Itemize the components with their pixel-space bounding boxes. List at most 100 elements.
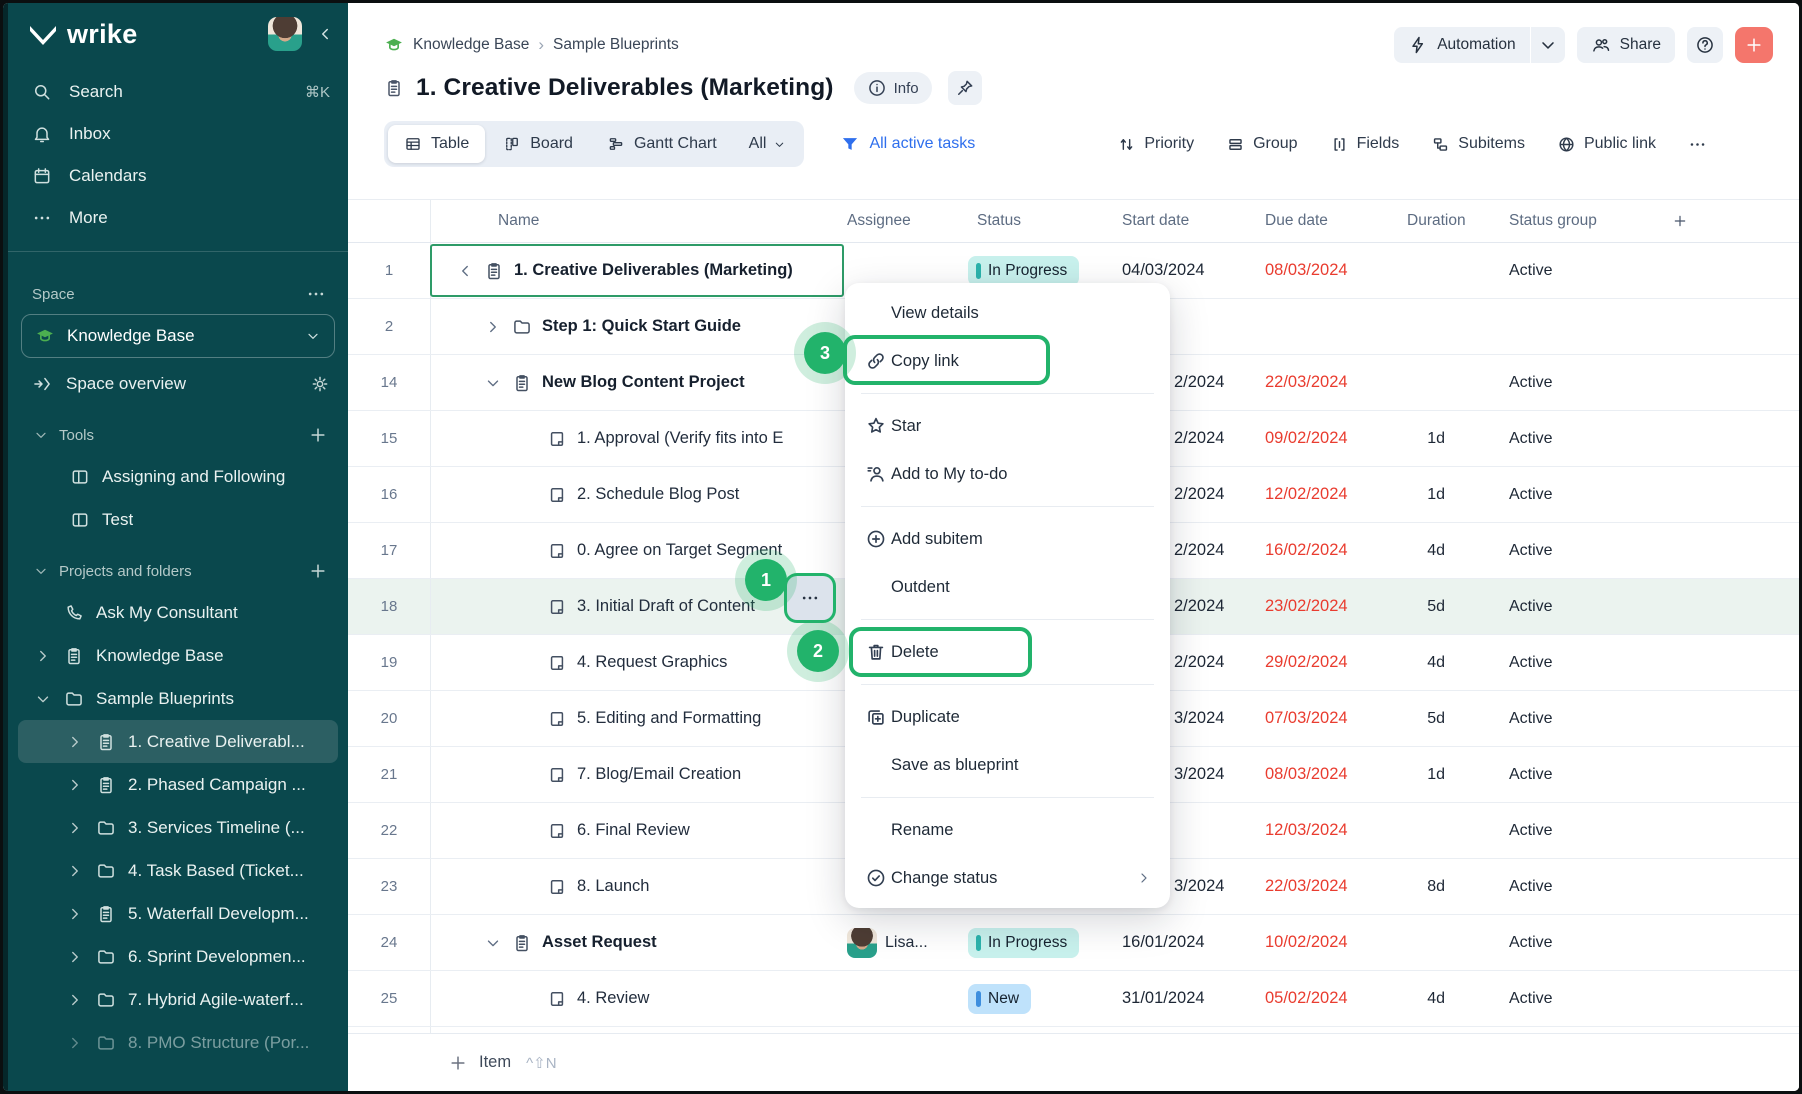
duration-cell[interactable]: [1393, 915, 1458, 970]
automation-button[interactable]: Automation: [1394, 27, 1529, 63]
duration-cell[interactable]: 1d: [1393, 411, 1458, 466]
sidebar-item-ask-my-consultant[interactable]: Ask My Consultant: [8, 591, 348, 634]
sidebar-item-3-services-timeline[interactable]: 3. Services Timeline (...: [8, 806, 348, 849]
menu-item-rename[interactable]: Rename: [845, 806, 1170, 854]
sidebar-item-knowledge-base[interactable]: Knowledge Base: [8, 634, 348, 677]
add-project-icon[interactable]: [308, 561, 328, 581]
duration-cell[interactable]: 4d: [1393, 635, 1458, 690]
due-date-cell[interactable]: 12/02/2024: [1253, 467, 1393, 522]
sidebar-item-calendars[interactable]: Calendars: [8, 155, 348, 197]
due-date-cell[interactable]: 16/02/2024: [1253, 523, 1393, 578]
status-cell[interactable]: In Progress: [965, 915, 1110, 970]
due-date-cell[interactable]: 12/03/2024: [1253, 803, 1393, 858]
share-button[interactable]: Share: [1577, 27, 1675, 63]
chevron-left-icon[interactable]: [456, 262, 474, 280]
menu-item-outdent[interactable]: Outdent: [845, 563, 1170, 611]
due-date-cell[interactable]: 08/03/2024: [1253, 747, 1393, 802]
start-date-cell[interactable]: 16/01/2024: [1110, 915, 1253, 970]
help-button[interactable]: [1687, 27, 1723, 63]
sidebar-item-inbox[interactable]: Inbox: [8, 113, 348, 155]
gear-icon[interactable]: [310, 374, 330, 394]
wrike-logo[interactable]: wrike: [28, 19, 268, 50]
menu-item-add-subitem[interactable]: Add subitem: [845, 515, 1170, 563]
sidebar-item-assigning-and-following[interactable]: Assigning and Following: [8, 455, 348, 498]
automation-dropdown-button[interactable]: [1531, 27, 1565, 63]
due-date-cell[interactable]: 05/02/2024: [1253, 971, 1393, 1026]
due-date-cell[interactable]: 23/02/2024: [1253, 579, 1393, 634]
sidebar-item-space-overview[interactable]: Space overview: [8, 362, 348, 405]
task-name-cell[interactable]: 7. Blog/Email Creation: [430, 747, 845, 802]
due-date-cell[interactable]: [1253, 299, 1393, 354]
column-header-start-date[interactable]: Start date: [1110, 200, 1253, 242]
menu-item-star[interactable]: Star: [845, 402, 1170, 450]
menu-item-delete[interactable]: Delete: [845, 628, 1170, 676]
chevron-down-icon[interactable]: [34, 690, 52, 708]
column-header-name[interactable]: Name: [430, 200, 845, 242]
duration-cell[interactable]: 4d: [1393, 971, 1458, 1026]
column-header-status[interactable]: Status: [965, 200, 1110, 242]
menu-item-view-details[interactable]: View details: [845, 289, 1170, 337]
menu-item-change-status[interactable]: Change status: [845, 854, 1170, 902]
toolbar-fields[interactable]: Fields: [1330, 135, 1400, 154]
task-name-cell[interactable]: 1. Creative Deliverables (Marketing): [430, 243, 845, 298]
column-header-due-date[interactable]: Due date: [1253, 200, 1393, 242]
task-name-cell[interactable]: Step 1: Quick Start Guide: [430, 299, 845, 354]
status-badge[interactable]: In Progress: [968, 928, 1079, 958]
task-name-cell[interactable]: 4. Request Graphics: [430, 635, 845, 690]
add-tool-icon[interactable]: [308, 425, 328, 445]
menu-item-add-to-my-to-do[interactable]: Add to My to-do: [845, 450, 1170, 498]
collapse-sidebar-icon[interactable]: [316, 25, 334, 43]
sidebar-item-test[interactable]: Test: [8, 498, 348, 541]
duration-cell[interactable]: 4d: [1393, 523, 1458, 578]
toolbar-public-link[interactable]: Public link: [1557, 135, 1656, 154]
toolbar-subitems[interactable]: Subitems: [1431, 135, 1525, 154]
chevron-right-icon[interactable]: [66, 733, 84, 751]
sidebar-item-6-sprint-developmen[interactable]: 6. Sprint Developmen...: [8, 935, 348, 978]
info-button[interactable]: Info: [854, 72, 932, 104]
due-date-cell[interactable]: 29/02/2024: [1253, 635, 1393, 690]
tab-board[interactable]: Board: [487, 125, 589, 163]
table-row-24[interactable]: 24Asset RequestLisa...In Progress16/01/2…: [348, 915, 1799, 971]
space-selector[interactable]: Knowledge Base: [21, 314, 335, 358]
sidebar-item-2-phased-campaign[interactable]: 2. Phased Campaign ...: [8, 763, 348, 806]
task-name-cell[interactable]: New Blog Content Project: [430, 355, 845, 410]
row-more-button[interactable]: [787, 576, 833, 620]
status-cell[interactable]: New: [965, 971, 1110, 1026]
task-name-cell[interactable]: 4. Review: [430, 971, 845, 1026]
task-name-cell[interactable]: Asset Request: [430, 915, 845, 970]
toolbar-more[interactable]: [1688, 135, 1707, 154]
due-date-cell[interactable]: 07/03/2024: [1253, 691, 1393, 746]
chevron-right-icon[interactable]: [66, 905, 84, 923]
breadcrumb-folder-link[interactable]: Sample Blueprints: [553, 36, 679, 54]
views-all-dropdown[interactable]: All: [735, 125, 801, 163]
table-row-25[interactable]: 254. ReviewNew31/01/202405/02/20244dActi…: [348, 971, 1799, 1027]
duration-cell[interactable]: [1393, 355, 1458, 410]
duration-cell[interactable]: 8d: [1393, 859, 1458, 914]
due-date-cell[interactable]: 08/03/2024: [1253, 243, 1393, 298]
sidebar-item-search[interactable]: Search⌘K: [8, 71, 348, 113]
space-more-icon[interactable]: [306, 284, 326, 304]
chevron-right-icon[interactable]: [66, 776, 84, 794]
duration-cell[interactable]: 1d: [1393, 747, 1458, 802]
due-date-cell[interactable]: 10/02/2024: [1253, 915, 1393, 970]
add-item-bar[interactable]: Item ^⇧N: [348, 1033, 1799, 1091]
duration-cell[interactable]: [1393, 803, 1458, 858]
assignee-cell[interactable]: [845, 971, 965, 1026]
add-column-button[interactable]: [1660, 200, 1799, 242]
chevron-right-icon[interactable]: [66, 862, 84, 880]
assignee-cell[interactable]: Lisa...: [845, 915, 965, 970]
sidebar-item-sample-blueprints[interactable]: Sample Blueprints: [8, 677, 348, 720]
chevron-right-icon[interactable]: [484, 318, 502, 336]
sidebar-item-8-pmo-structure-por[interactable]: 8. PMO Structure (Por...: [8, 1021, 348, 1064]
status-badge[interactable]: In Progress: [968, 256, 1079, 286]
chevron-right-icon[interactable]: [66, 1034, 84, 1052]
chevron-right-icon[interactable]: [66, 991, 84, 1009]
toolbar-group[interactable]: Group: [1226, 135, 1297, 154]
tab-gantt-chart[interactable]: Gantt Chart: [591, 125, 733, 163]
task-name-cell[interactable]: 1. Approval (Verify fits into E: [430, 411, 845, 466]
column-header-duration[interactable]: Duration: [1393, 200, 1458, 242]
duration-cell[interactable]: [1393, 299, 1458, 354]
menu-item-duplicate[interactable]: Duplicate: [845, 693, 1170, 741]
due-date-cell[interactable]: 22/03/2024: [1253, 859, 1393, 914]
duration-cell[interactable]: [1393, 243, 1458, 298]
